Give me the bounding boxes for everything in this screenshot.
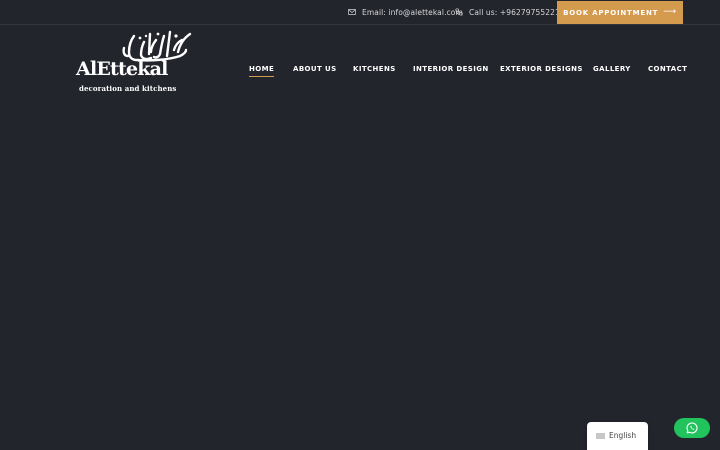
phone-link[interactable]: Call us: +962797552211 <box>455 6 565 18</box>
nav-home[interactable]: HOME <box>249 63 275 77</box>
nav-contact[interactable]: CONTACT <box>648 63 687 75</box>
envelope-icon <box>348 9 356 15</box>
top-bar: Email: info@alettekal.com Call us: +9627… <box>0 0 720 25</box>
email-link[interactable]: Email: info@alettekal.com <box>348 6 463 18</box>
language-label: English <box>609 431 637 440</box>
nav-about-us[interactable]: ABOUT US <box>293 63 337 75</box>
whatsapp-button[interactable] <box>674 418 710 438</box>
main-navigation: HOME ABOUT US KITCHENS INTERIOR DESIGN E… <box>0 63 720 79</box>
phone-text: Call us: +962797552211 <box>469 7 565 17</box>
language-switcher[interactable]: English <box>587 422 648 450</box>
whatsapp-icon <box>686 422 698 434</box>
arrow-right-icon: ⟶ <box>663 7 677 17</box>
logo-tagline: decoration and kitchens <box>79 84 177 93</box>
flag-icon <box>596 433 605 439</box>
book-appointment-label: BOOK APPOINTMENT <box>563 8 659 17</box>
nav-gallery[interactable]: GALLERY <box>593 63 631 75</box>
nav-kitchens[interactable]: KITCHENS <box>353 63 396 75</box>
nav-interior-design[interactable]: INTERIOR DESIGN <box>413 63 489 75</box>
phone-icon <box>455 8 463 16</box>
book-appointment-button[interactable]: BOOK APPOINTMENT ⟶ <box>557 1 683 24</box>
email-text: Email: info@alettekal.com <box>362 7 463 17</box>
nav-exterior-designs[interactable]: EXTERIOR DESIGNS <box>500 63 583 75</box>
